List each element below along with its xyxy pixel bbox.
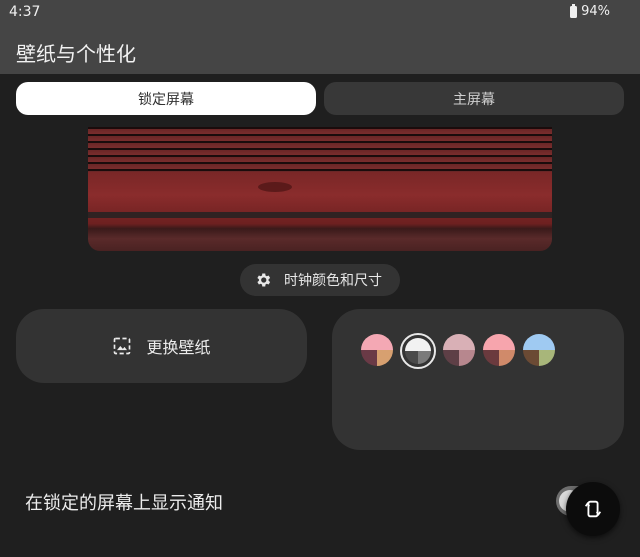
page-title: 壁纸与个性化 bbox=[16, 42, 136, 66]
battery-icon bbox=[570, 3, 578, 18]
color-options-card bbox=[332, 309, 624, 450]
wallpaper-stripes bbox=[88, 127, 552, 172]
tab-home-screen[interactable]: 主屏幕 bbox=[324, 82, 624, 115]
rotate-icon bbox=[584, 500, 602, 518]
color-option-swatch[interactable] bbox=[522, 333, 556, 367]
tab-lock-screen[interactable]: 锁定屏幕 bbox=[16, 82, 316, 115]
wallpaper-knot bbox=[258, 182, 292, 192]
battery-percent: 94% bbox=[581, 4, 610, 19]
change-wallpaper-label: 更换壁纸 bbox=[146, 338, 211, 357]
status-right: 94% bbox=[570, 3, 610, 19]
status-bar: 4:37 94% bbox=[0, 0, 640, 26]
color-option-swatch[interactable] bbox=[482, 333, 516, 367]
lock-notifications-row[interactable]: 在锁定的屏幕上显示通知 bbox=[0, 470, 640, 530]
clock-button-label: 时钟颜色和尺寸 bbox=[284, 273, 382, 289]
gear-icon bbox=[257, 273, 271, 287]
screen-tabs: 锁定屏幕 主屏幕 bbox=[16, 82, 624, 115]
wallpaper-floor-line bbox=[88, 212, 552, 218]
color-option-swatch[interactable] bbox=[400, 333, 436, 369]
app-bar: 壁纸与个性化 bbox=[0, 26, 640, 74]
clock-color-size-button[interactable]: 时钟颜色和尺寸 bbox=[240, 264, 400, 296]
color-option-swatch[interactable] bbox=[442, 333, 476, 367]
status-time: 4:37 bbox=[9, 4, 41, 20]
rotate-button[interactable] bbox=[566, 482, 620, 536]
color-swatches bbox=[360, 333, 556, 369]
wallpaper-preview[interactable] bbox=[88, 127, 552, 251]
image-icon bbox=[114, 337, 131, 355]
color-option-swatch[interactable] bbox=[360, 333, 394, 367]
lock-notifications-label: 在锁定的屏幕上显示通知 bbox=[25, 493, 223, 514]
change-wallpaper-button[interactable]: 更换壁纸 bbox=[16, 309, 307, 383]
